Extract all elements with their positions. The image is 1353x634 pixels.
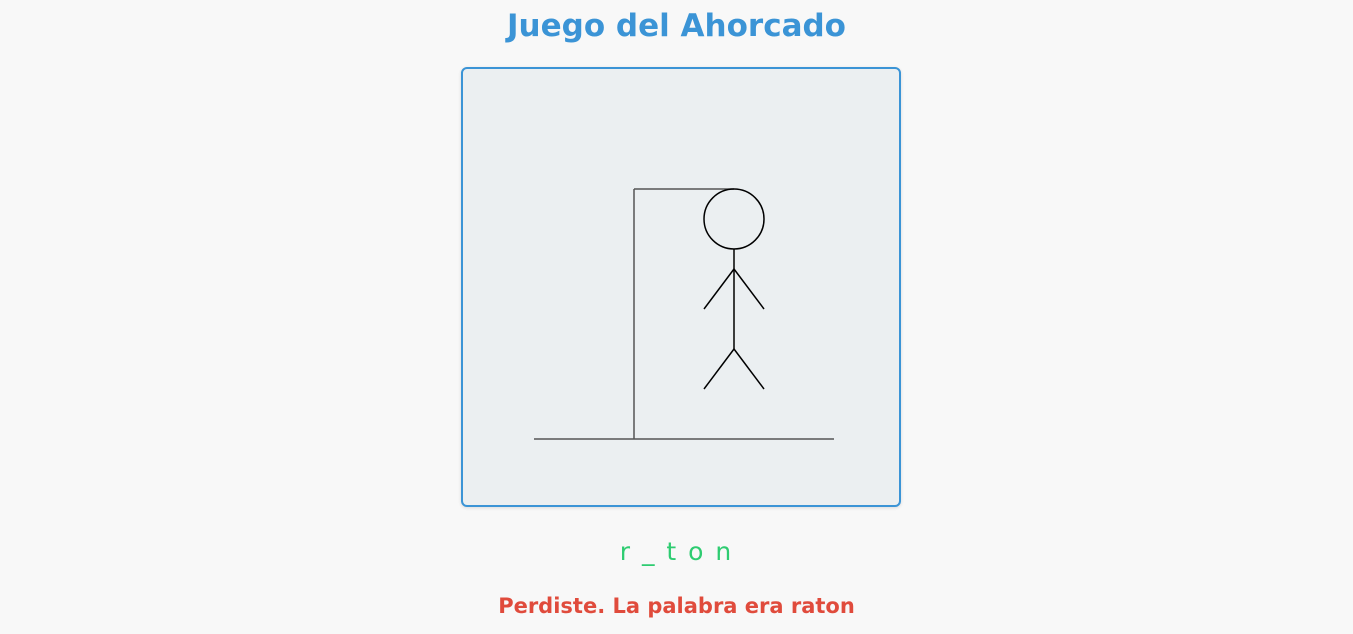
hangman-drawing xyxy=(534,188,834,440)
word-display: r _ t o n xyxy=(619,537,734,566)
hangman-left-arm xyxy=(703,268,735,310)
hangman-head xyxy=(703,188,765,250)
result-message: Perdiste. La palabra era raton xyxy=(498,594,855,618)
game-title: Juego del Ahorcado xyxy=(507,8,846,44)
hangman-left-leg xyxy=(703,348,735,390)
hangman-right-arm xyxy=(733,268,765,310)
hangman-board xyxy=(461,67,901,507)
hangman-right-leg xyxy=(733,348,765,390)
